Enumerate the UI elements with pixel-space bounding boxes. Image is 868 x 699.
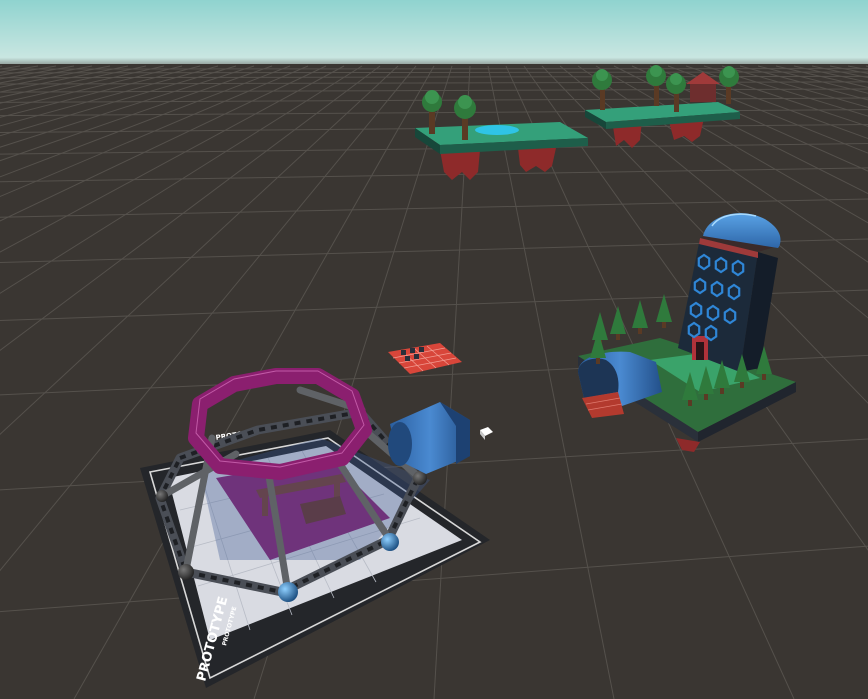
pine-trunk bbox=[662, 322, 666, 328]
pine-trunk bbox=[688, 400, 692, 406]
joint-ball bbox=[278, 582, 298, 602]
pine-trunk bbox=[762, 374, 766, 380]
pool bbox=[475, 125, 519, 135]
pine-trunk bbox=[596, 358, 600, 364]
pine-trunk bbox=[704, 394, 708, 400]
scene-canvas[interactable]: PROTOTYPE PROTOTYPE PROTO bbox=[0, 0, 868, 699]
pine-trunk bbox=[720, 388, 724, 394]
joint-ball bbox=[178, 564, 194, 580]
pine-trunk bbox=[740, 382, 744, 388]
joint-ball bbox=[381, 533, 399, 551]
sky bbox=[0, 0, 868, 72]
joint-ball bbox=[156, 490, 168, 502]
game-viewport[interactable]: PROTOTYPE PROTOTYPE PROTO bbox=[0, 0, 868, 699]
pine-trunk bbox=[638, 328, 642, 334]
pine-trunk bbox=[616, 334, 620, 340]
